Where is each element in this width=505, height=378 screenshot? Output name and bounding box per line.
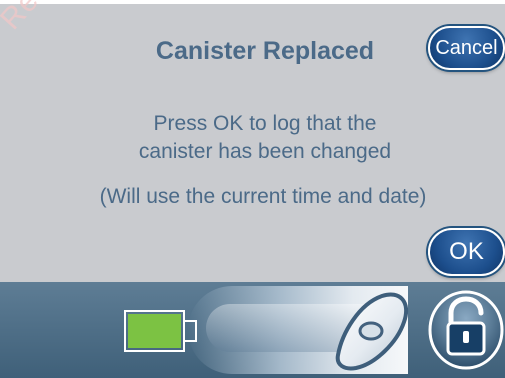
ok-button[interactable]: OK [428, 228, 505, 276]
padlock-open-icon[interactable] [427, 289, 505, 371]
battery-icon [124, 310, 197, 352]
cancel-button[interactable]: Cancel [428, 26, 505, 70]
canister-replaced-screen: Respons Canister Replaced Press OK to lo… [0, 0, 505, 378]
message-line-1: Press OK to log that the [153, 112, 377, 135]
slider-handle-icon[interactable] [330, 286, 412, 374]
message-line-2: canister has been changed [138, 140, 392, 163]
watermark: Respons [0, 0, 103, 37]
time-date-note: (Will use the current time and date) [99, 185, 427, 208]
dialog-panel: Respons Canister Replaced Press OK to lo… [0, 0, 505, 282]
